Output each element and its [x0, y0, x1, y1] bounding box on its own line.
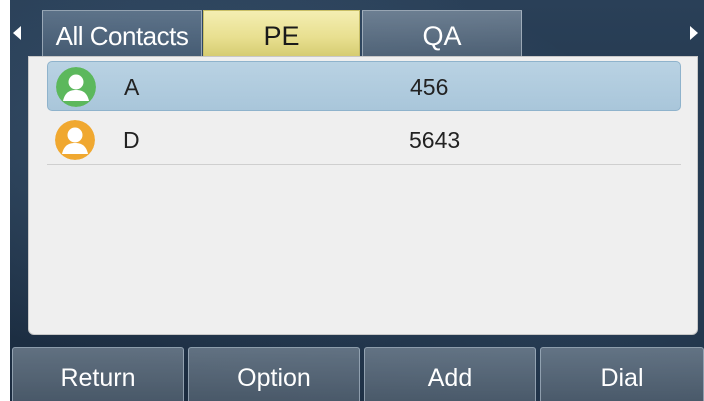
softkey-bar: Return Option Add Dial	[10, 347, 704, 401]
contact-number: 5643	[409, 127, 461, 153]
left-arrow-icon[interactable]	[13, 26, 21, 40]
contact-avatar-icon	[56, 67, 96, 107]
group-tab-bar: All Contacts PE QA	[10, 10, 704, 58]
contact-avatar-icon	[55, 120, 95, 160]
phone-screen: All Contacts PE QA A 456 D 5643 Return O…	[10, 0, 704, 401]
contact-list: A 456 D 5643	[28, 56, 698, 335]
right-arrow-icon[interactable]	[690, 26, 698, 40]
return-button[interactable]: Return	[12, 347, 184, 401]
option-button[interactable]: Option	[188, 347, 360, 401]
contact-number: 456	[410, 74, 449, 100]
tab-all-contacts[interactable]: All Contacts	[42, 10, 202, 56]
contact-row[interactable]: D 5643	[47, 115, 681, 165]
contact-name: A	[124, 74, 140, 100]
contact-row[interactable]: A 456	[47, 61, 681, 111]
dial-button[interactable]: Dial	[540, 347, 704, 401]
contact-name: D	[123, 127, 140, 153]
tab-qa[interactable]: QA	[362, 10, 522, 56]
tab-pe[interactable]: PE	[203, 10, 360, 56]
add-button[interactable]: Add	[364, 347, 536, 401]
